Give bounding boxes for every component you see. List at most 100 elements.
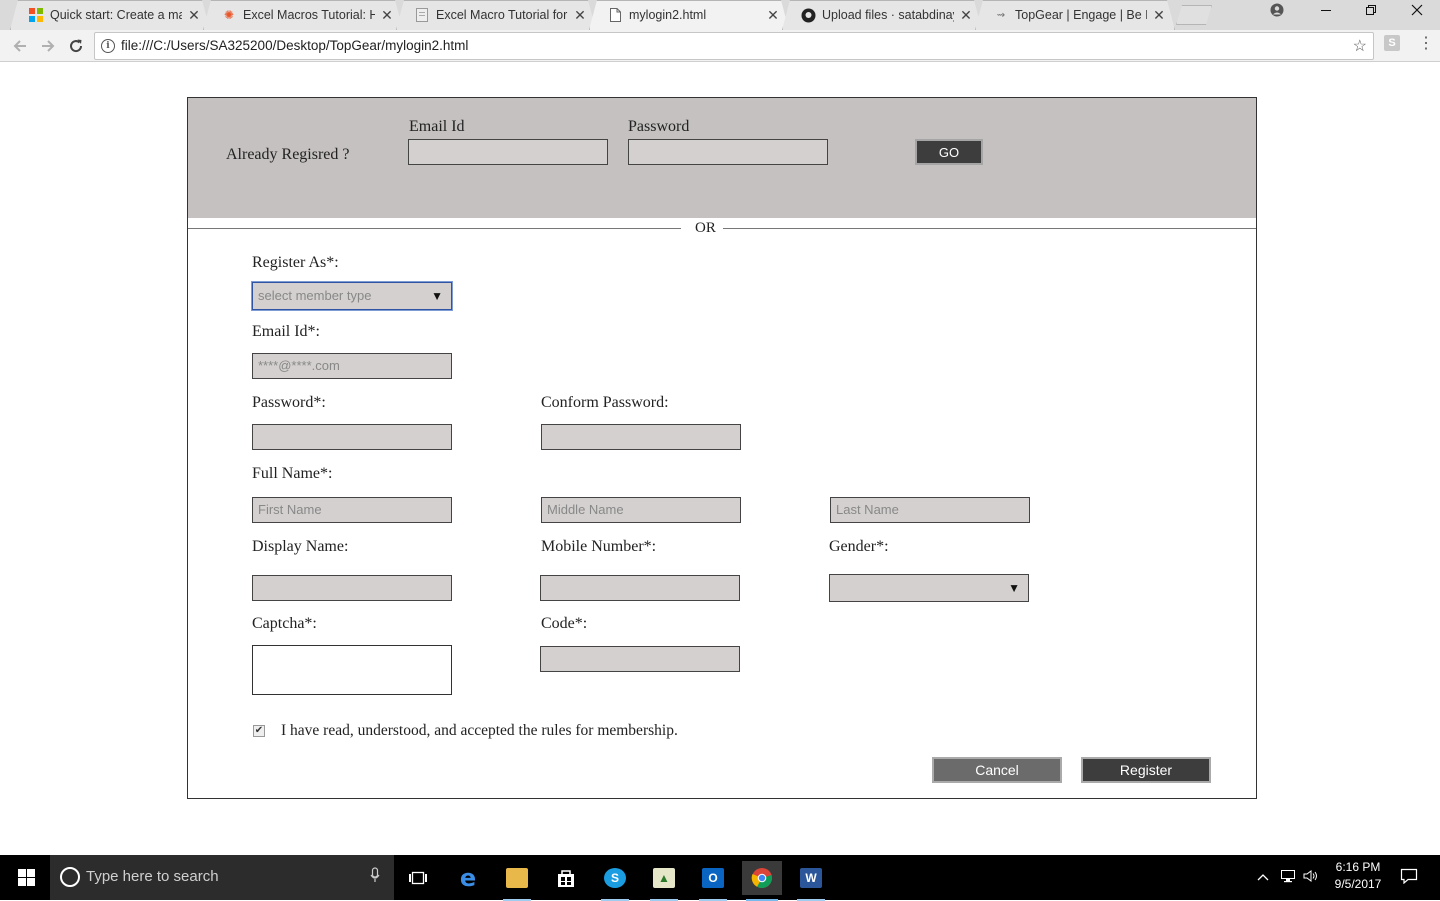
tab-excel-macro-beginners[interactable]: Excel Macro Tutorial for Beginners ✕ <box>396 0 596 30</box>
close-icon[interactable]: ✕ <box>958 7 974 24</box>
go-button[interactable]: GO <box>915 139 983 165</box>
minimize-icon[interactable] <box>1303 0 1349 22</box>
code-input[interactable] <box>540 646 740 672</box>
page-icon <box>414 7 430 23</box>
registration-form: Already Regisred ? Email Id Password GO … <box>187 97 1257 799</box>
new-tab-button[interactable] <box>1176 5 1212 25</box>
forward-arrow-icon[interactable] <box>36 34 60 58</box>
mobile-number-label: Mobile Number*: <box>541 538 657 555</box>
tab-title: Upload files · satabdinaya <box>822 8 954 22</box>
edge-browser-icon[interactable]: e <box>448 861 488 895</box>
ms-grid-icon <box>28 7 44 23</box>
login-password-input[interactable] <box>628 139 828 165</box>
tab-title: mylogin2.html <box>629 8 707 22</box>
tab-upload-files[interactable]: Upload files · satabdinaya ✕ <box>782 0 982 30</box>
network-icon[interactable] <box>1280 869 1296 886</box>
password-input[interactable] <box>252 424 452 450</box>
tab-title: Excel Macros Tutorial: How <box>243 8 375 22</box>
first-name-input[interactable]: First Name <box>252 497 452 523</box>
register-as-label: Register As*: <box>252 254 339 271</box>
gender-select[interactable]: ▼ <box>829 574 1029 602</box>
bookmark-star-icon[interactable]: ☆ <box>1353 36 1367 56</box>
action-center-icon[interactable] <box>1400 868 1418 887</box>
mobile-number-input[interactable] <box>540 575 740 601</box>
task-view-icon[interactable] <box>398 861 438 895</box>
chart-app-icon[interactable]: ▲ <box>644 861 684 901</box>
volume-icon[interactable] <box>1303 869 1319 886</box>
login-password-label: Password <box>628 118 690 135</box>
confirm-password-label: Conform Password: <box>541 394 669 411</box>
extension-icon[interactable]: S <box>1384 35 1400 51</box>
last-name-input[interactable]: Last Name <box>830 497 1030 523</box>
tab-excel-macros[interactable]: ✺ Excel Macros Tutorial: How ✕ <box>203 0 403 30</box>
info-icon[interactable]: i <box>101 39 115 53</box>
word-icon[interactable]: W <box>791 861 831 901</box>
middle-name-placeholder: Middle Name <box>547 502 624 517</box>
terms-checkbox[interactable]: ✔ <box>253 725 265 737</box>
document-icon <box>607 7 623 23</box>
register-button[interactable]: Register <box>1081 757 1211 783</box>
reload-icon[interactable] <box>64 34 88 58</box>
topgear-icon: ⇝ <box>996 9 1006 21</box>
restore-icon[interactable] <box>1348 0 1394 22</box>
address-bar[interactable]: i file:///C:/Users/SA325200/Desktop/TopG… <box>94 32 1374 60</box>
microphone-icon[interactable] <box>370 867 380 887</box>
windows-start-icon[interactable] <box>0 855 50 900</box>
member-type-value: select member type <box>258 288 372 303</box>
tab-title: TopGear | Engage | Be Fu <box>1015 8 1147 22</box>
profile-icon[interactable] <box>1254 0 1300 22</box>
back-arrow-icon[interactable] <box>8 34 32 58</box>
close-icon[interactable]: ✕ <box>572 7 588 24</box>
login-email-label: Email Id <box>409 118 465 135</box>
login-section: Already Regisred ? Email Id Password GO <box>188 98 1256 218</box>
confirm-password-input[interactable] <box>541 424 741 450</box>
close-icon[interactable]: ✕ <box>379 7 395 24</box>
display-name-input[interactable] <box>252 575 452 601</box>
code-label: Code*: <box>541 615 588 632</box>
password-label: Password*: <box>252 394 326 411</box>
gender-label: Gender*: <box>829 538 889 555</box>
email-input[interactable]: ****@****.com <box>252 353 452 379</box>
login-email-input[interactable] <box>408 139 608 165</box>
tab-title: Excel Macro Tutorial for Beginners <box>436 8 568 22</box>
file-explorer-icon[interactable] <box>497 861 537 901</box>
tab-quick-start[interactable]: Quick start: Create a macro ✕ <box>10 0 210 30</box>
divider-line-left <box>188 228 681 229</box>
outlook-icon[interactable]: O <box>693 861 733 901</box>
email-placeholder: ****@****.com <box>258 358 340 373</box>
captcha-label: Captcha*: <box>252 615 317 632</box>
github-icon <box>800 7 816 23</box>
tab-topgear[interactable]: ⇝ TopGear | Engage | Be Fu ✕ <box>975 0 1175 30</box>
browser-tab-strip: Quick start: Create a macro ✕ ✺ Excel Ma… <box>0 0 1440 30</box>
taskbar-search-box[interactable]: Type here to search <box>50 855 394 900</box>
dropdown-arrow-icon: ▼ <box>431 289 443 303</box>
windows-taskbar: Type here to search e S ▲ O W 6:16 PM 9/… <box>0 855 1440 901</box>
dropdown-arrow-icon: ▼ <box>1008 581 1020 595</box>
cancel-button[interactable]: Cancel <box>932 757 1062 783</box>
already-registered-label: Already Regisred ? <box>226 146 350 163</box>
first-name-placeholder: First Name <box>258 502 322 517</box>
terms-text: I have read, understood, and accepted th… <box>281 722 678 739</box>
captcha-box <box>252 645 452 695</box>
close-icon[interactable]: ✕ <box>1151 7 1167 24</box>
system-clock[interactable]: 6:16 PM 9/5/2017 <box>1330 859 1386 893</box>
clock-date: 9/5/2017 <box>1334 877 1382 891</box>
chrome-icon[interactable] <box>742 861 782 901</box>
url-text: file:///C:/Users/SA325200/Desktop/TopGea… <box>121 38 469 53</box>
store-icon[interactable] <box>546 861 586 895</box>
cortana-icon <box>60 867 80 887</box>
email-label: Email Id*: <box>252 323 320 340</box>
middle-name-input[interactable]: Middle Name <box>541 497 741 523</box>
search-placeholder: Type here to search <box>86 868 219 885</box>
close-icon[interactable]: ✕ <box>186 7 202 24</box>
browser-toolbar: i file:///C:/Users/SA325200/Desktop/TopG… <box>0 30 1440 62</box>
member-type-select[interactable]: select member type ▼ <box>252 282 452 310</box>
tab-mylogin2[interactable]: mylogin2.html ✕ <box>589 0 789 30</box>
window-close-icon[interactable] <box>1394 0 1440 22</box>
menu-dots-icon[interactable]: ⋮ <box>1418 33 1434 53</box>
close-icon[interactable]: ✕ <box>765 7 781 24</box>
skype-icon[interactable]: S <box>595 861 635 901</box>
tray-chevron-up-icon[interactable] <box>1257 869 1269 885</box>
or-divider-text: OR <box>695 220 716 236</box>
last-name-placeholder: Last Name <box>836 502 899 517</box>
